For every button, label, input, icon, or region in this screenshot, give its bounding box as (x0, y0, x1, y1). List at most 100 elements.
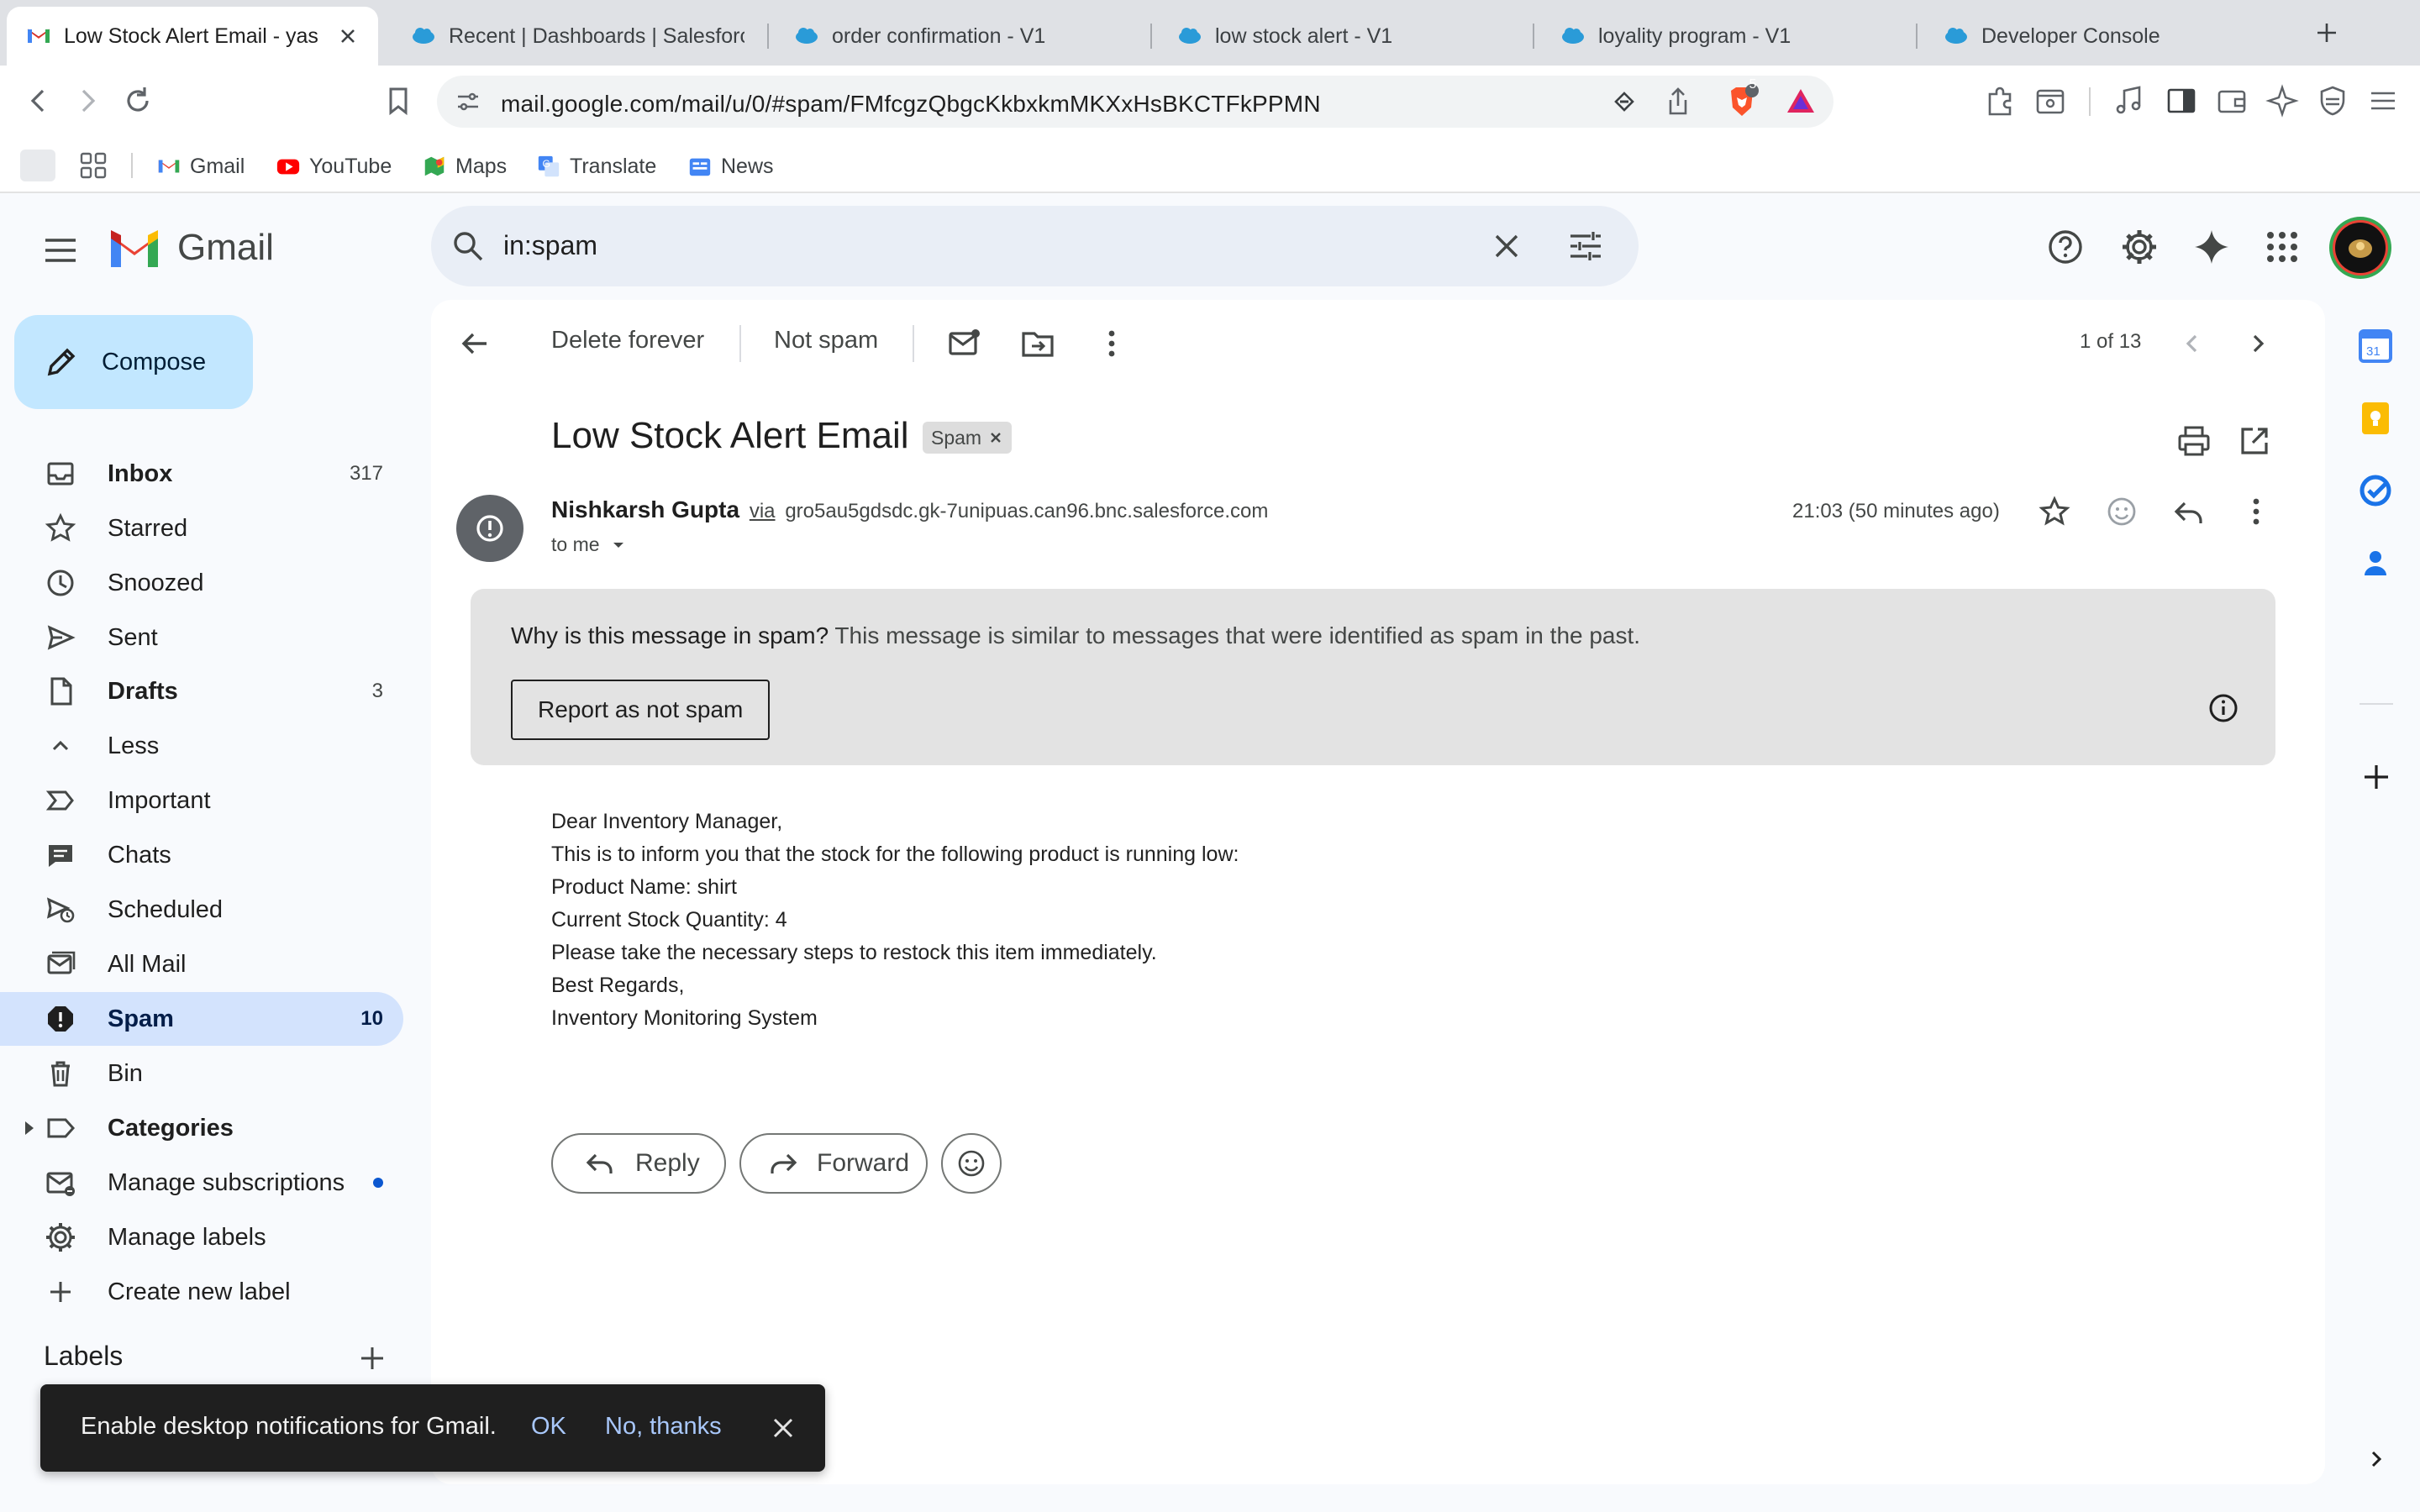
music-note-icon[interactable] (2111, 82, 2148, 119)
bookmark-news[interactable]: News (687, 150, 774, 183)
gmail-logo-icon[interactable] (108, 227, 161, 270)
info-icon[interactable] (2207, 691, 2240, 725)
reply-icon[interactable] (2170, 493, 2207, 530)
sidebar-item-categories[interactable]: Categories (0, 1101, 403, 1155)
expand-caret-icon[interactable] (25, 1121, 34, 1135)
clear-search-icon[interactable] (1490, 229, 1523, 263)
site-settings-icon[interactable] (454, 87, 482, 116)
vpn-shield-icon[interactable] (2314, 82, 2351, 119)
keep-icon[interactable] (2354, 397, 2396, 439)
star-icon[interactable] (2036, 493, 2073, 530)
google-apps-icon[interactable] (2262, 227, 2302, 267)
recipient-toggle[interactable]: to me (551, 533, 629, 556)
browser-tab[interactable]: Recent | Dashboards | Salesforc (392, 7, 763, 66)
forward-icon[interactable] (69, 82, 106, 119)
calendar-icon[interactable]: 31 (2354, 325, 2396, 367)
main-menu-icon[interactable] (40, 230, 81, 270)
sidebar-item-less[interactable]: Less (0, 719, 403, 773)
caret-down-icon (613, 542, 623, 548)
sidebar-item-inbox[interactable]: Inbox 317 (0, 447, 403, 501)
emoji-reaction-button[interactable] (941, 1133, 1002, 1194)
bookmark-placeholder-icon[interactable] (20, 150, 55, 181)
back-to-list-icon[interactable] (456, 325, 493, 362)
sidebar-item-important[interactable]: Important (0, 774, 403, 827)
mark-unread-icon[interactable] (945, 325, 982, 362)
bookmark-translate[interactable]: G Translate (536, 150, 656, 183)
print-icon[interactable] (2175, 423, 2212, 459)
pencil-icon (47, 348, 76, 376)
extensions-icon[interactable] (1981, 82, 2018, 119)
sidebar-item-snoozed[interactable]: Snoozed (0, 556, 403, 610)
close-icon[interactable] (336, 24, 360, 48)
sidebar-item-sent[interactable]: Sent (0, 611, 403, 664)
report-not-spam-button[interactable]: Report as not spam (511, 680, 771, 740)
spam-label-chip[interactable]: Spam (923, 422, 1013, 454)
address-bar[interactable]: mail.google.com/mail/u/0/#spam/FMfcgzQbg… (437, 76, 1833, 128)
search-icon[interactable] (448, 226, 488, 266)
tab-title: order confirmation - V1 (832, 24, 1046, 48)
compose-button[interactable]: Compose (14, 315, 253, 409)
add-addon-icon[interactable] (2358, 759, 2395, 795)
share-icon[interactable] (1664, 86, 1692, 118)
search-bar[interactable]: in:spam (431, 206, 1639, 286)
bookmark-maps[interactable]: Maps (422, 150, 507, 183)
bookmark-gmail[interactable]: Gmail (156, 150, 245, 183)
browser-tab[interactable]: loyality program - V1 (1541, 7, 1912, 66)
remove-label-icon[interactable] (988, 430, 1003, 445)
browser-tab[interactable]: Developer Console (1924, 7, 2296, 66)
sidebar-item-chats[interactable]: Chats (0, 828, 403, 882)
sender-name[interactable]: Nishkarsh Gupta (551, 496, 739, 522)
settings-gear-icon[interactable] (2119, 227, 2160, 267)
snackbar-ok-button[interactable]: OK (531, 1413, 566, 1441)
wallet-icon[interactable] (2213, 82, 2250, 119)
tasks-icon[interactable] (2354, 470, 2396, 512)
help-icon[interactable] (2045, 227, 2086, 267)
sidebar-item-scheduled[interactable]: Scheduled (0, 883, 403, 937)
menu-icon[interactable] (2365, 82, 2402, 119)
sidebar-item-manage-subscriptions[interactable]: Manage subscriptions (0, 1156, 403, 1210)
not-spam-button[interactable]: Not spam (774, 327, 878, 354)
browser-tab[interactable]: low stock alert - V1 (1158, 7, 1529, 66)
gemini-sparkle-icon[interactable] (2191, 227, 2232, 267)
inbox-icon (47, 462, 74, 486)
expand-panel-icon[interactable] (2361, 1444, 2391, 1474)
move-to-icon[interactable] (1019, 325, 1056, 362)
apps-grid-icon[interactable] (77, 150, 109, 181)
snackbar-close-icon[interactable] (766, 1411, 800, 1445)
forward-button[interactable]: Forward (739, 1133, 928, 1194)
snackbar-no-thanks-button[interactable]: No, thanks (605, 1413, 722, 1441)
sidebar-item-manage-labels[interactable]: Manage labels (0, 1210, 403, 1264)
sidebar-item-create-new-label[interactable]: Create new label (0, 1265, 403, 1319)
via-link[interactable]: via (750, 500, 776, 522)
reply-button[interactable]: Reply (551, 1133, 726, 1194)
sidebar-item-bin[interactable]: Bin (0, 1047, 403, 1100)
open-in-new-window-icon[interactable] (2236, 423, 2273, 459)
newer-chevron-icon[interactable] (2174, 325, 2211, 362)
search-options-icon[interactable] (1567, 228, 1604, 265)
sidebar-item-starred[interactable]: Starred (0, 501, 403, 555)
sidebar-icon[interactable] (2163, 82, 2200, 119)
browser-tab[interactable]: order confirmation - V1 (775, 7, 1146, 66)
browser-tab-active[interactable]: Low Stock Alert Email - yas (7, 7, 378, 66)
sidebar-item-drafts[interactable]: Drafts 3 (0, 664, 403, 718)
eye-slash-icon[interactable] (1610, 87, 1639, 116)
tab-search-icon[interactable] (2032, 82, 2069, 119)
leo-ai-icon[interactable] (2264, 82, 2301, 119)
bookmark-icon[interactable] (380, 82, 417, 119)
more-options-icon[interactable] (1093, 325, 1130, 362)
contacts-icon[interactable] (2354, 542, 2396, 584)
reload-icon[interactable] (119, 82, 156, 119)
back-icon[interactable] (20, 82, 57, 119)
sidebar-item-all-mail[interactable]: All Mail (0, 937, 403, 991)
account-avatar[interactable] (2328, 215, 2393, 281)
emoji-react-icon[interactable] (2103, 493, 2140, 530)
new-tab-icon[interactable] (2312, 18, 2341, 47)
sidebar-item-spam[interactable]: Spam 10 (0, 992, 403, 1046)
delete-forever-button[interactable]: Delete forever (551, 327, 704, 354)
brave-rewards-icon[interactable] (1785, 86, 1817, 118)
message-more-icon[interactable] (2238, 493, 2275, 530)
search-input[interactable]: in:spam (503, 230, 597, 261)
older-chevron-icon[interactable] (2239, 325, 2276, 362)
add-label-icon[interactable] (356, 1342, 388, 1374)
bookmark-youtube[interactable]: YouTube (276, 150, 392, 183)
